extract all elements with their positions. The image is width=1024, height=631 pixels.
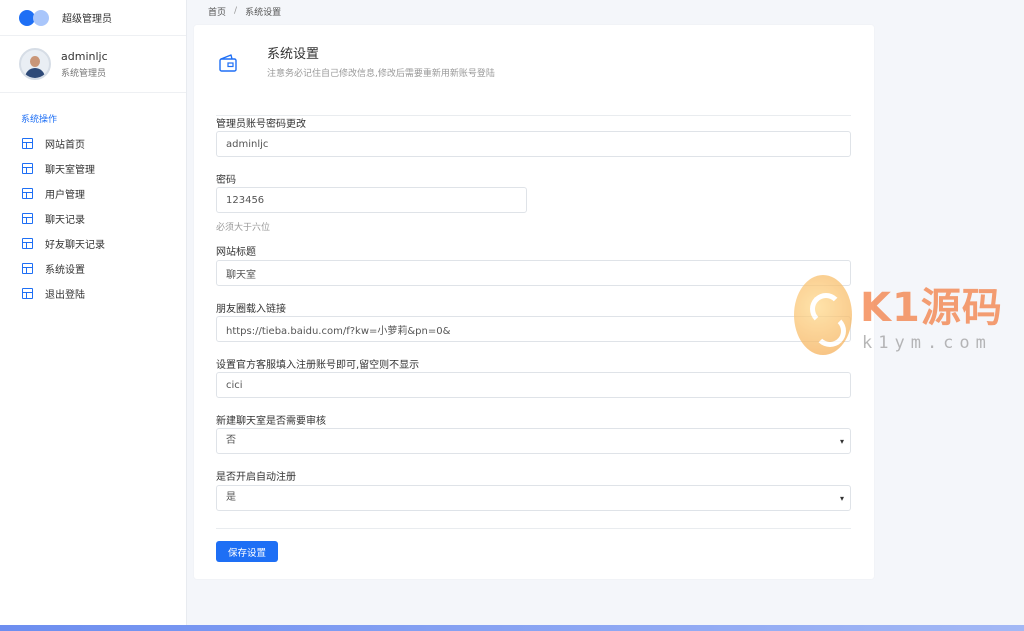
layout-icon xyxy=(22,163,33,174)
brand: 超级管理员 xyxy=(0,0,186,36)
layout-icon xyxy=(22,138,33,149)
sidebar-item-label: 网站首页 xyxy=(45,140,85,151)
auto-register-label: 是否开启自动注册 xyxy=(216,472,296,483)
password-help: 必须大于六位 xyxy=(216,223,271,233)
breadcrumb-home[interactable]: 首页 xyxy=(208,5,226,18)
sidebar-item-home[interactable]: 网站首页 xyxy=(0,131,186,156)
sidebar-item-user-management[interactable]: 用户管理 xyxy=(0,181,186,206)
page-title: 系统设置 xyxy=(267,47,320,62)
layout-icon xyxy=(22,213,33,224)
site-title-input[interactable] xyxy=(216,260,851,286)
layout-icon xyxy=(22,188,33,199)
sidebar: 超级管理员 adminljc 系统管理员 系统操作 网站首页 聊天室管理 用户管… xyxy=(0,0,187,625)
breadcrumb-separator: / xyxy=(234,6,238,16)
sidebar-item-chatroom-management[interactable]: 聊天室管理 xyxy=(0,156,186,181)
auto-register-value: 是 xyxy=(226,492,236,503)
sidebar-item-label: 退出登陆 xyxy=(45,290,85,301)
user-role: 系统管理员 xyxy=(61,68,107,79)
page-subtitle: 注意务必记住自己修改信息,修改后需要重新用新账号登陆 xyxy=(267,69,495,79)
layout-icon xyxy=(22,263,33,274)
watermark-logo-icon xyxy=(794,275,852,355)
account-input[interactable] xyxy=(216,131,851,157)
wallet-icon xyxy=(219,54,237,72)
sidebar-item-logout[interactable]: 退出登陆 xyxy=(0,281,186,306)
save-button[interactable]: 保存设置 xyxy=(216,541,278,562)
bottom-bar xyxy=(0,625,1024,631)
avatar[interactable] xyxy=(19,48,51,80)
layout-icon xyxy=(22,288,33,299)
brand-logo xyxy=(19,8,53,28)
breadcrumb-current: 系统设置 xyxy=(245,7,282,18)
user-panel: adminljc 系统管理员 xyxy=(0,36,186,93)
sidebar-item-label: 系统设置 xyxy=(45,265,85,276)
watermark: K1源码 k1ym.com xyxy=(794,273,1004,359)
site-title-label: 网站标题 xyxy=(216,247,256,258)
card-header: 系统设置 注意务必记住自己修改信息,修改后需要重新用新账号登陆 xyxy=(216,41,851,116)
watermark-url: k1ym.com xyxy=(862,333,992,353)
sidebar-item-system-settings[interactable]: 系统设置 xyxy=(0,256,186,281)
room-review-select[interactable]: 否 xyxy=(216,428,851,454)
room-review-label: 新建聊天室是否需要审核 xyxy=(216,416,326,427)
user-name: adminljc xyxy=(61,49,108,63)
service-account-input[interactable] xyxy=(216,372,851,398)
service-account-label: 设置官方客服填入注册账号即可,留空则不显示 xyxy=(216,360,420,371)
settings-card: 系统设置 注意务必记住自己修改信息,修改后需要重新用新账号登陆 管理员账号密码更… xyxy=(194,25,874,579)
chevron-down-icon: ▾ xyxy=(840,494,845,503)
breadcrumb: 首页 / 系统设置 xyxy=(187,0,1024,22)
auto-register-select[interactable]: 是 xyxy=(216,485,851,511)
sidebar-item-label: 聊天室管理 xyxy=(45,165,95,176)
sidebar-item-label: 好友聊天记录 xyxy=(45,240,105,251)
nav-section-title: 系统操作 xyxy=(21,115,58,125)
form-divider xyxy=(216,528,851,529)
brand-name: 超级管理员 xyxy=(62,14,112,25)
password-label: 密码 xyxy=(216,175,236,186)
sidebar-item-friend-chat-records[interactable]: 好友聊天记录 xyxy=(0,231,186,256)
moments-link-input[interactable] xyxy=(216,316,851,342)
sidebar-item-label: 用户管理 xyxy=(45,190,85,201)
sidebar-item-label: 聊天记录 xyxy=(45,215,85,226)
password-input[interactable] xyxy=(216,187,527,213)
watermark-text: K1源码 xyxy=(860,285,1003,331)
sidebar-item-chat-records[interactable]: 聊天记录 xyxy=(0,206,186,231)
layout-icon xyxy=(22,238,33,249)
account-label: 管理员账号密码更改 xyxy=(216,119,306,130)
room-review-value: 否 xyxy=(226,435,236,446)
chevron-down-icon: ▾ xyxy=(840,437,845,446)
moments-link-label: 朋友圈载入链接 xyxy=(216,304,286,315)
